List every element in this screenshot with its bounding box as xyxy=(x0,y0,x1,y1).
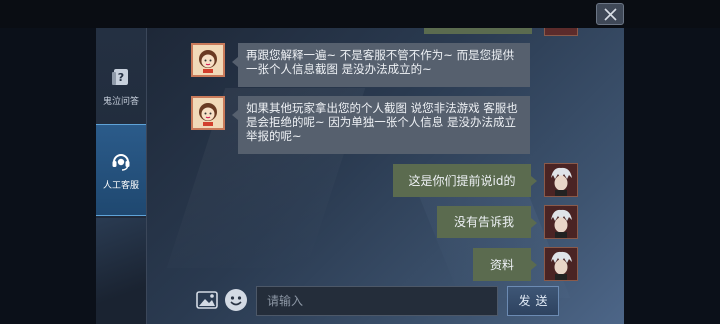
message-text: 没有告诉我 xyxy=(453,215,514,229)
emoji-button[interactable] xyxy=(224,288,248,312)
message-text: 资料 xyxy=(489,257,514,272)
player-message-bubble: 资料 xyxy=(473,248,537,281)
player-message-bubble: 这是你们提前说id的 xyxy=(393,164,537,197)
message-input[interactable] xyxy=(256,286,498,316)
player-message-bubble: 没有告诉我 xyxy=(437,206,537,238)
player-avatar xyxy=(544,205,578,239)
message-text: 这是你们提前说id的 xyxy=(408,173,516,188)
image-icon xyxy=(196,291,218,309)
message-text: 如果其他玩家拿出您的个人截图 说您非法游戏 客服也是会拒绝的呢~ 因为单独一张个… xyxy=(246,101,518,143)
sidebar-item-qa[interactable]: ? 鬼泣问答 xyxy=(96,40,146,132)
message-text: 再跟您解释一遍~ 不是客服不管不作为~ 而是您提供一张个人信息截图 是没办法成立… xyxy=(246,48,515,76)
close-button[interactable] xyxy=(596,3,624,25)
service-message-bubble: 如果其他玩家拿出您的个人截图 说您非法游戏 客服也是会拒绝的呢~ 因为单独一张个… xyxy=(232,96,530,154)
customer-service-avatar xyxy=(191,96,225,130)
player-avatar-partial xyxy=(544,28,578,36)
player-message-bubble-partial xyxy=(424,28,532,34)
send-image-button[interactable] xyxy=(196,290,218,310)
question-book-icon: ? xyxy=(112,68,128,85)
customer-service-avatar xyxy=(191,43,225,77)
sidebar: ? 鬼泣问答 人工客服 xyxy=(96,28,147,324)
sidebar-item-label: 鬼泣问答 xyxy=(102,96,139,107)
send-button[interactable]: 发送 xyxy=(507,286,559,316)
player-avatar xyxy=(544,247,578,281)
emoji-icon xyxy=(225,289,247,311)
close-icon xyxy=(604,8,617,21)
service-message-bubble: 再跟您解释一遍~ 不是客服不管不作为~ 而是您提供一张个人信息截图 是没办法成立… xyxy=(232,43,530,87)
svg-text:?: ? xyxy=(118,71,124,84)
player-avatar xyxy=(544,163,578,197)
sidebar-item-customer-service[interactable]: 人工客服 xyxy=(96,124,146,216)
sidebar-decoration xyxy=(96,218,146,324)
sidebar-item-label: 人工客服 xyxy=(102,180,139,191)
headset-icon xyxy=(112,153,130,171)
